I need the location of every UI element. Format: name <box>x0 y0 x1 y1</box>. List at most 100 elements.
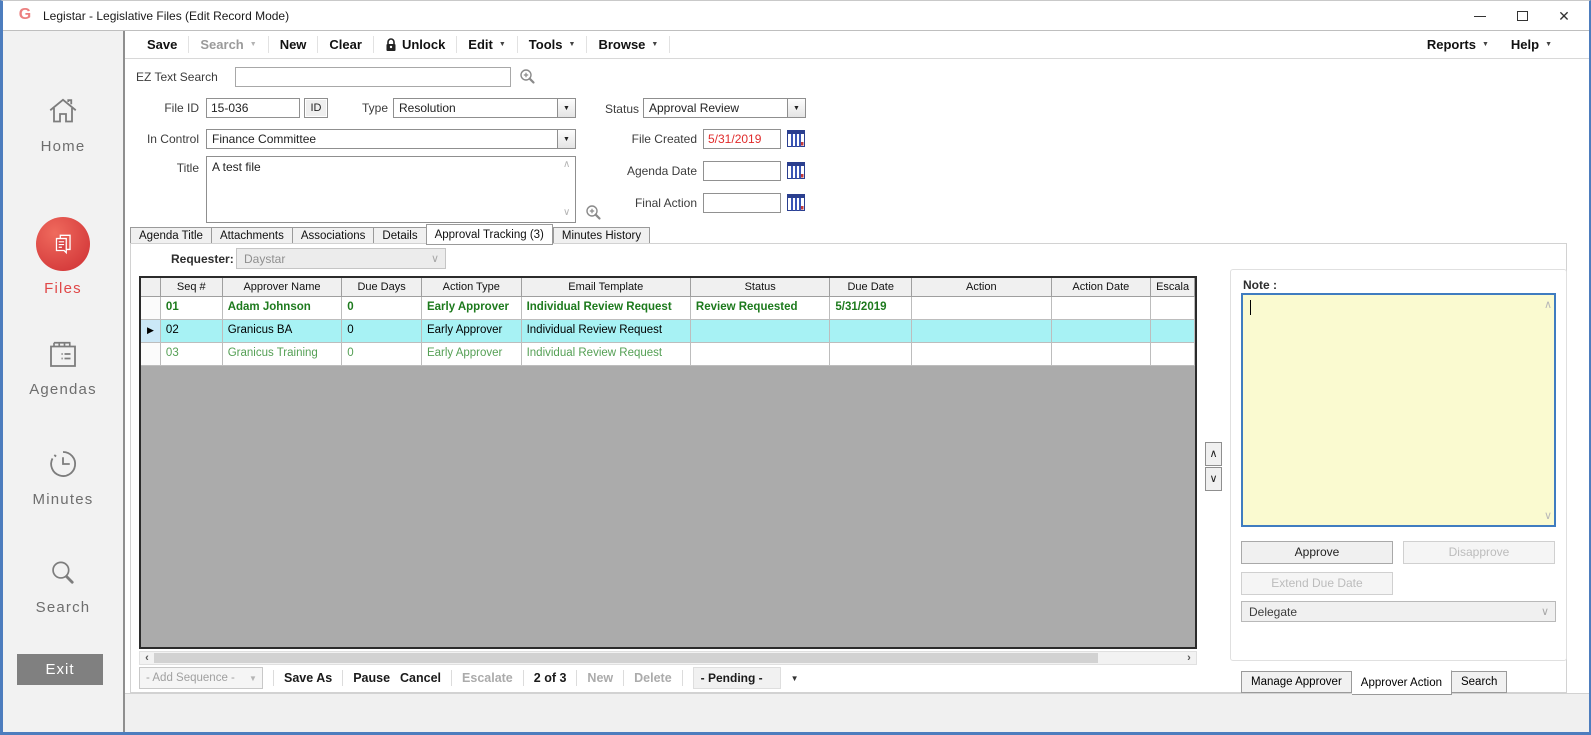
scrollbar-thumb[interactable] <box>154 653 1098 663</box>
tab-attachments[interactable]: Attachments <box>210 227 292 244</box>
menu-tools[interactable]: Tools ▼ <box>518 31 587 58</box>
note-textarea[interactable]: ∧ ∨ <box>1241 293 1556 527</box>
scroll-down-icon[interactable]: ∨ <box>563 207 570 218</box>
scroll-up-icon[interactable]: ∧ <box>563 159 570 170</box>
file-created-calendar-icon[interactable] <box>787 130 805 147</box>
sidebar-item-home[interactable]: Home <box>3 93 123 155</box>
dropdown-arrow-icon: ▼ <box>249 673 257 683</box>
pause-button[interactable]: Pause <box>353 671 390 685</box>
sidebar-label-minutes: Minutes <box>32 491 94 508</box>
sidebar-item-minutes[interactable]: Minutes <box>3 446 123 508</box>
minutes-icon <box>50 451 77 477</box>
grid-header-status[interactable]: Status <box>690 278 831 297</box>
grid-header-seq[interactable]: Seq # <box>160 278 223 297</box>
tab-approver-action[interactable]: Approver Action <box>1351 670 1452 695</box>
disapprove-button[interactable]: Disapprove <box>1403 541 1555 564</box>
ez-text-search-input[interactable] <box>235 67 511 87</box>
grid-header-action-type[interactable]: Action Type <box>421 278 522 297</box>
dropdown-arrow-icon[interactable]: ▼ <box>787 99 805 117</box>
save-as-button[interactable]: Save As <box>284 671 332 685</box>
tab-agenda-title[interactable]: Agenda Title <box>130 227 211 244</box>
menu-edit-label: Edit <box>468 37 493 52</box>
grid-header-escalation[interactable]: Escala <box>1151 278 1195 297</box>
grid-header-due-date[interactable]: Due Date <box>830 278 913 297</box>
minimize-button[interactable] <box>1463 1 1497 31</box>
move-down-button[interactable]: ∨ <box>1205 467 1222 491</box>
add-sequence-dropdown[interactable]: - Add Sequence - ▼ <box>139 667 263 689</box>
sequence-toolbar: - Add Sequence - ▼ Save As Pause Cancel … <box>139 666 799 690</box>
row-selector-pointer[interactable]: ▶ <box>141 320 161 343</box>
sidebar-item-search[interactable]: Search <box>3 556 123 616</box>
grid-row-1[interactable]: 01 Adam Johnson 0 Early Approver Individ… <box>141 297 1195 320</box>
move-up-button[interactable]: ∧ <box>1205 442 1222 466</box>
minimize-icon <box>1474 15 1486 17</box>
sidebar-label-search: Search <box>35 599 91 616</box>
exit-button[interactable]: Exit <box>17 654 103 685</box>
cell-action-date <box>1051 343 1152 366</box>
tab-associations[interactable]: Associations <box>291 227 374 244</box>
scroll-right-icon[interactable]: › <box>1182 652 1196 664</box>
tab-manage-approver[interactable]: Manage Approver <box>1241 671 1352 693</box>
menu-separator <box>669 36 671 53</box>
requester-dropdown[interactable]: Daystar ∨ <box>236 248 446 269</box>
title-magnifier-plus-icon[interactable] <box>585 204 602 221</box>
in-control-dropdown[interactable]: Finance Committee ▼ <box>206 129 576 149</box>
grid-header-due-days[interactable]: Due Days <box>342 278 422 297</box>
title-textarea[interactable]: A test file <box>206 156 576 223</box>
type-dropdown[interactable]: Resolution ▼ <box>393 98 576 118</box>
menu-clear-label: Clear <box>329 37 362 52</box>
grid-header-approver-name[interactable]: Approver Name <box>222 278 343 297</box>
agenda-date-calendar-icon[interactable] <box>787 162 805 179</box>
row-selector[interactable] <box>141 343 161 366</box>
delegate-dropdown[interactable]: Delegate ∨ <box>1241 601 1556 622</box>
status-dropdown[interactable]: Approval Review ▼ <box>643 98 806 118</box>
tab-search[interactable]: Search <box>1451 671 1508 693</box>
tab-minutes-history[interactable]: Minutes History <box>552 227 651 244</box>
pending-dropdown[interactable]: - Pending - <box>692 667 781 689</box>
new-button[interactable]: New <box>587 671 613 685</box>
grid-header-action-date[interactable]: Action Date <box>1051 278 1152 297</box>
scroll-up-icon[interactable]: ∧ <box>1544 298 1552 311</box>
grid-row-2-selected[interactable]: ▶ 02 Granicus BA 0 Early Approver Indivi… <box>141 320 1195 343</box>
final-action-calendar-icon[interactable] <box>787 194 805 211</box>
menu-browse[interactable]: Browse ▼ <box>587 31 669 58</box>
tab-approval-tracking[interactable]: Approval Tracking (3) <box>425 224 553 245</box>
row-selector[interactable] <box>141 297 161 320</box>
dropdown-arrow-icon[interactable]: ▼ <box>557 99 575 117</box>
dropdown-arrow-icon[interactable]: ▼ <box>557 130 575 148</box>
grid-row-3[interactable]: 03 Granicus Training 0 Early Approver In… <box>141 343 1195 366</box>
scroll-left-icon[interactable]: ‹ <box>140 652 154 664</box>
scroll-down-icon[interactable]: ∨ <box>1544 509 1552 522</box>
file-created-input[interactable] <box>703 129 781 149</box>
sidebar-item-agendas[interactable]: Agendas <box>3 336 123 398</box>
grid-header-email-template[interactable]: Email Template <box>521 278 691 297</box>
menu-help[interactable]: Help ▼ <box>1500 31 1563 58</box>
approve-button[interactable]: Approve <box>1241 541 1393 564</box>
menu-save[interactable]: Save <box>136 31 188 58</box>
delete-button[interactable]: Delete <box>634 671 672 685</box>
up-arrow-icon: ∧ <box>1209 448 1218 460</box>
menu-unlock[interactable]: Unlock <box>374 31 456 58</box>
menu-browse-label: Browse <box>598 37 646 52</box>
magnifier-plus-icon[interactable] <box>519 68 536 85</box>
file-id-input[interactable] <box>206 98 300 118</box>
down-arrow-icon: ∨ <box>1209 473 1218 485</box>
menu-search[interactable]: Search ▼ <box>189 31 267 58</box>
close-button[interactable]: ✕ <box>1547 1 1581 31</box>
grid-header-action[interactable]: Action <box>912 278 1052 297</box>
dropdown-arrow-icon[interactable]: ▼ <box>791 674 799 683</box>
sidebar-item-files[interactable]: Files <box>3 217 123 297</box>
escalate-button[interactable]: Escalate <box>462 671 513 685</box>
menu-clear[interactable]: Clear <box>318 31 373 58</box>
bottom-strip <box>125 693 1589 732</box>
extend-due-date-button[interactable]: Extend Due Date <box>1241 572 1393 595</box>
maximize-button[interactable] <box>1505 1 1539 31</box>
cancel-button[interactable]: Cancel <box>400 671 441 685</box>
menu-new[interactable]: New <box>269 31 318 58</box>
agenda-date-input[interactable] <box>703 161 781 181</box>
grid-horizontal-scrollbar[interactable]: ‹ › <box>139 651 1197 665</box>
menu-edit[interactable]: Edit ▼ <box>457 31 517 58</box>
tab-details[interactable]: Details <box>373 227 426 244</box>
final-action-input[interactable] <box>703 193 781 213</box>
menu-reports[interactable]: Reports ▼ <box>1416 31 1500 58</box>
